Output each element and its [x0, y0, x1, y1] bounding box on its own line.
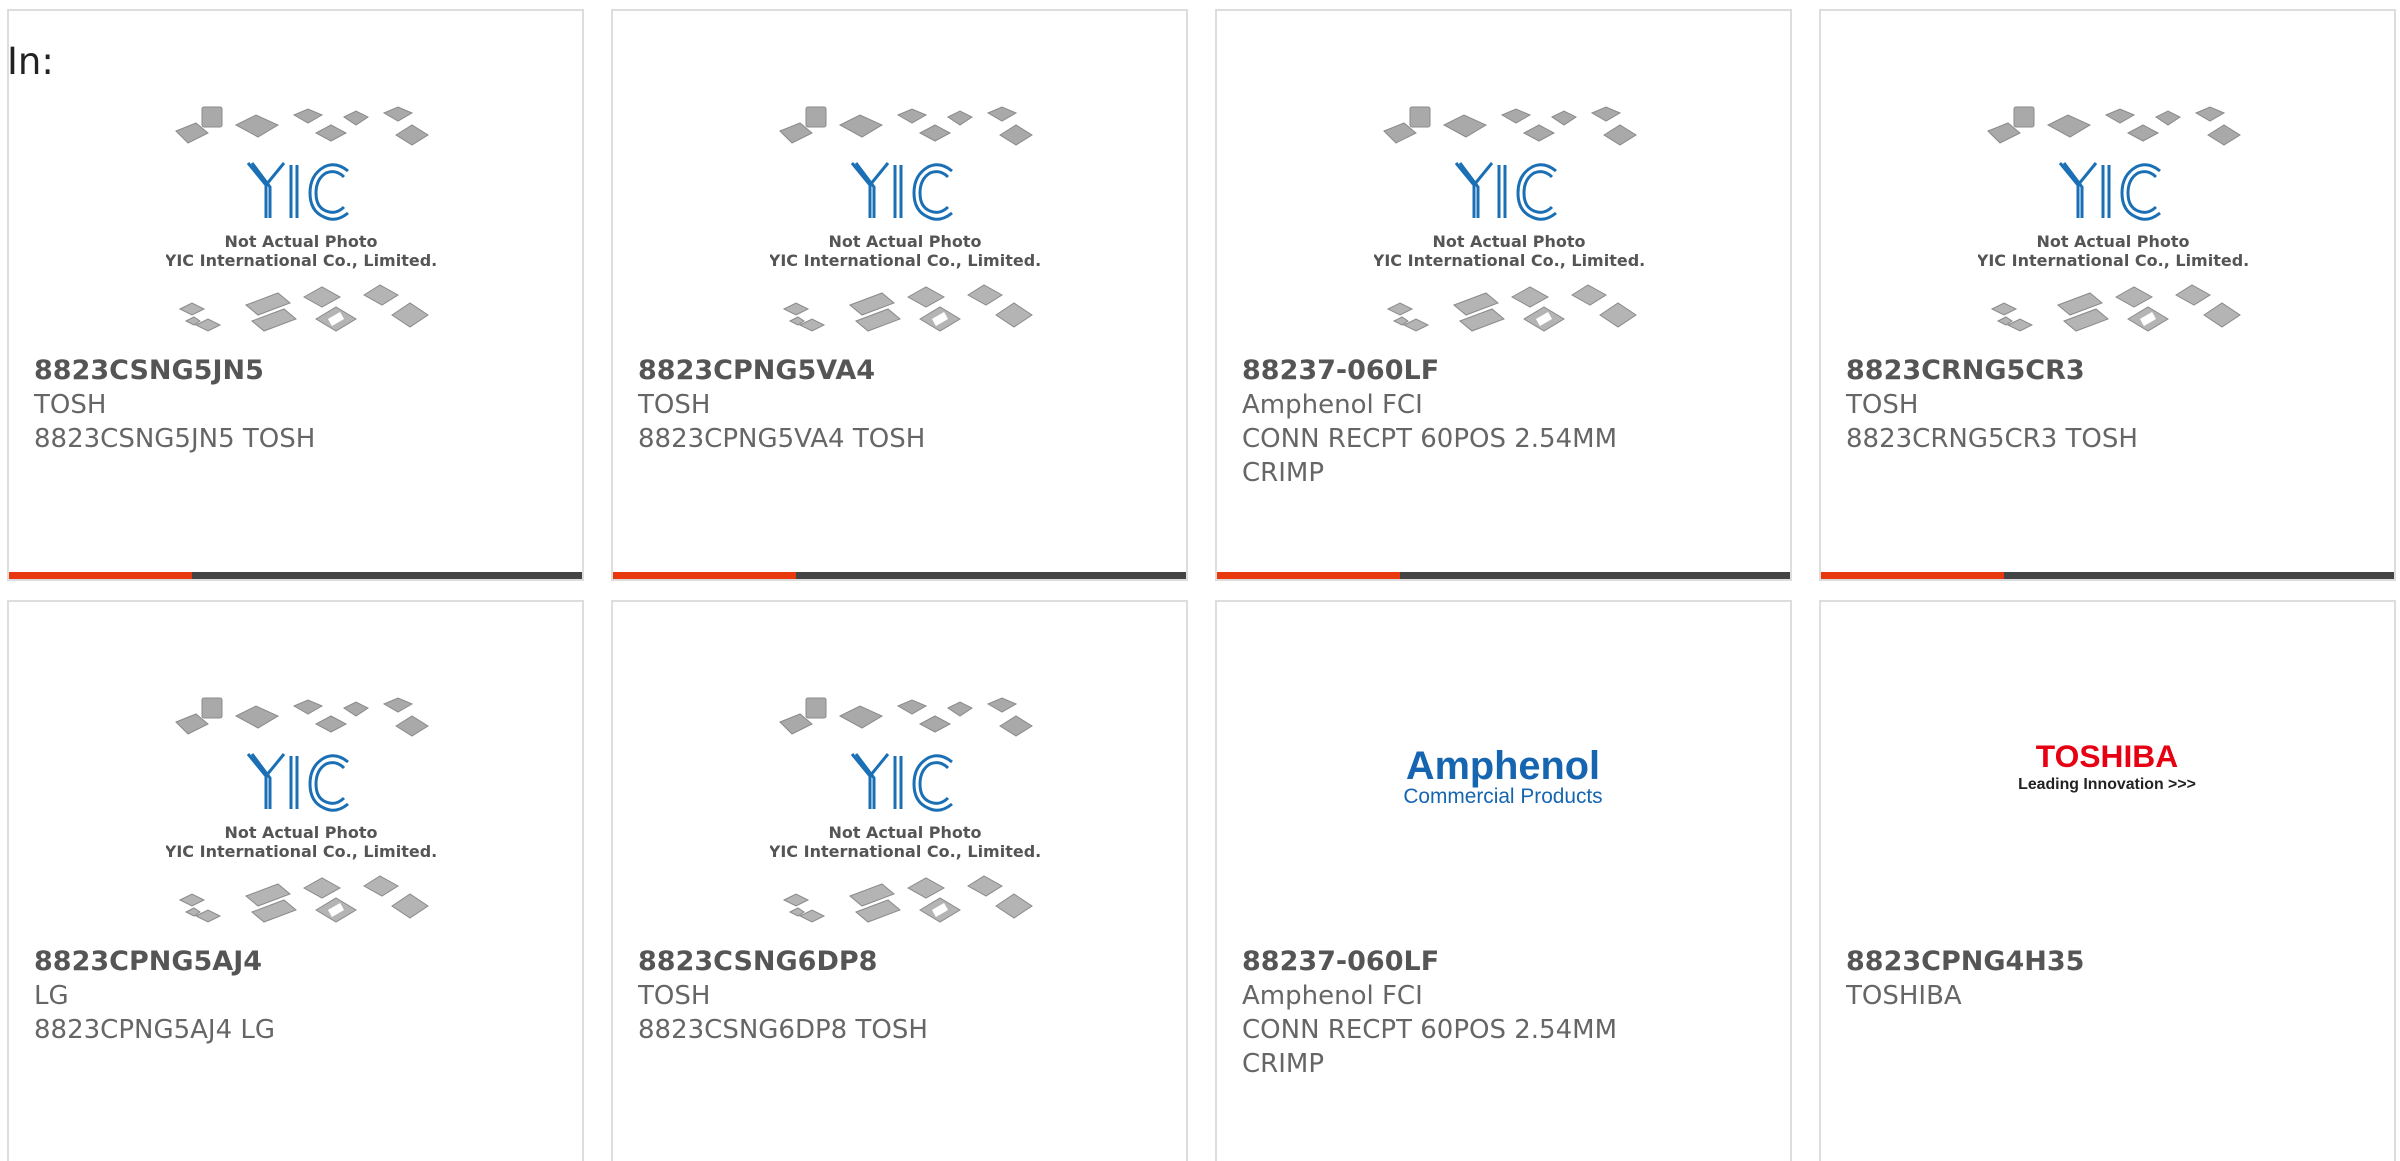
manufacturer: TOSH: [638, 981, 711, 1011]
description: 8823CPNG5AJ4 LG: [34, 1015, 276, 1045]
part-number-link[interactable]: 88237-060LF: [1242, 354, 1765, 388]
product-card[interactable]: Not Actual Photo YIC International Co., …: [7, 9, 584, 581]
product-placeholder-image: Not Actual Photo YIC International Co., …: [166, 106, 436, 332]
svg-text:YIC International Co., Limited: YIC International Co., Limited.: [1978, 251, 2248, 270]
filter-label: In:: [7, 40, 54, 83]
product-info: 8823CSNG5JN5 TOSH 8823CSNG5JN5 TOSH: [34, 354, 557, 456]
manufacturer: Amphenol FCI: [1242, 390, 1423, 420]
product-image[interactable]: Not Actual Photo YIC International Co., …: [1217, 11, 1790, 346]
product-card[interactable]: TOSHIBA Leading Innovation >>> 8823CPNG4…: [1819, 600, 2396, 1161]
card-bar-accent: [1821, 572, 2004, 579]
manufacturer: TOSH: [638, 390, 711, 420]
description: CONN RECPT 60POS 2.54MM CRIMP: [1242, 424, 1618, 488]
card-bar-accent: [613, 572, 796, 579]
part-number-link[interactable]: 8823CPNG5AJ4: [34, 945, 557, 979]
product-card[interactable]: Not Actual Photo YIC International Co., …: [1215, 9, 1792, 581]
product-info: 8823CSNG6DP8 TOSH 8823CSNG6DP8 TOSH: [638, 945, 1161, 1047]
card-bar-accent: [9, 572, 192, 579]
product-placeholder-image: Not Actual Photo YIC International Co., …: [770, 697, 1040, 923]
product-placeholder-image: Not Actual Photo YIC International Co., …: [166, 697, 436, 923]
part-number-link[interactable]: 8823CRNG5CR3: [1846, 354, 2369, 388]
card-bar-accent: [1217, 572, 1400, 579]
description: 8823CRNG5CR3 TOSH: [1846, 424, 2138, 454]
manufacturer: TOSH: [34, 390, 107, 420]
product-image[interactable]: TOSHIBA Leading Innovation >>>: [1821, 602, 2394, 937]
product-card[interactable]: Not Actual Photo YIC International Co., …: [611, 600, 1188, 1161]
svg-text:TOSHIBA: TOSHIBA: [2036, 738, 2178, 774]
product-info: 88237-060LF Amphenol FCI CONN RECPT 60POS …: [1242, 945, 1765, 1081]
svg-text:Leading Innovation >>>: Leading Innovation >>>: [2018, 776, 2196, 793]
part-number-link[interactable]: 8823CSNG6DP8: [638, 945, 1161, 979]
product-image[interactable]: Not Actual Photo YIC International Co., …: [1821, 11, 2394, 346]
svg-text:YIC International Co., Limited: YIC International Co., Limited.: [166, 842, 436, 861]
product-info: 8823CPNG4H35 TOSHIBA: [1846, 945, 2369, 1013]
manufacturer: TOSHIBA: [1846, 981, 1962, 1011]
product-info: 8823CPNG5VA4 TOSH 8823CPNG5VA4 TOSH: [638, 354, 1161, 456]
product-card[interactable]: Amphenol Commercial Products 88237-060LF…: [1215, 600, 1792, 1161]
product-image[interactable]: Not Actual Photo YIC International Co., …: [613, 602, 1186, 937]
product-info: 8823CPNG5AJ4 LG 8823CPNG5AJ4 LG: [34, 945, 557, 1047]
manufacturer: LG: [34, 981, 69, 1011]
svg-text:YIC International Co., Limited: YIC International Co., Limited.: [770, 842, 1040, 861]
part-number-link[interactable]: 88237-060LF: [1242, 945, 1765, 979]
part-number-link[interactable]: 8823CSNG5JN5: [34, 354, 557, 388]
product-placeholder-image: Not Actual Photo YIC International Co., …: [770, 106, 1040, 332]
svg-text:YIC International Co., Limited: YIC International Co., Limited.: [166, 251, 436, 270]
svg-text:Not Actual Photo: Not Actual Photo: [224, 232, 377, 251]
card-bottom-bar: [613, 572, 1186, 579]
product-image[interactable]: Not Actual Photo YIC International Co., …: [9, 11, 582, 346]
manufacturer: Amphenol FCI: [1242, 981, 1423, 1011]
svg-text:Not Actual Photo: Not Actual Photo: [1432, 232, 1585, 251]
product-placeholder-image: Not Actual Photo YIC International Co., …: [1978, 106, 2248, 332]
product-info: 88237-060LF Amphenol FCI CONN RECPT 60POS …: [1242, 354, 1765, 490]
description: 8823CPNG5VA4 TOSH: [638, 424, 926, 454]
part-number-link[interactable]: 8823CPNG5VA4: [638, 354, 1161, 388]
description: 8823CSNG6DP8 TOSH: [638, 1015, 928, 1045]
page: In: Not Actual Photo YIC International C…: [0, 0, 2400, 1161]
svg-text:Not Actual Photo: Not Actual Photo: [2036, 232, 2189, 251]
product-placeholder-image: Not Actual Photo YIC International Co., …: [1374, 106, 1644, 332]
card-bottom-bar: [9, 572, 582, 579]
product-info: 8823CRNG5CR3 TOSH 8823CRNG5CR3 TOSH: [1846, 354, 2369, 456]
svg-text:Not Actual Photo: Not Actual Photo: [224, 823, 377, 842]
svg-text:Commercial Products: Commercial Products: [1403, 785, 1602, 808]
product-image[interactable]: Not Actual Photo YIC International Co., …: [9, 602, 582, 937]
card-bottom-bar: [1821, 572, 2394, 579]
toshiba-logo: TOSHIBA Leading Innovation >>>: [2018, 738, 2196, 793]
svg-text:Not Actual Photo: Not Actual Photo: [828, 823, 981, 842]
product-card[interactable]: Not Actual Photo YIC International Co., …: [7, 600, 584, 1161]
svg-text:YIC International Co., Limited: YIC International Co., Limited.: [1374, 251, 1644, 270]
manufacturer: TOSH: [1846, 390, 1919, 420]
card-bottom-bar: [1217, 572, 1790, 579]
part-number-link[interactable]: 8823CPNG4H35: [1846, 945, 2369, 979]
svg-text:Amphenol: Amphenol: [1406, 744, 1600, 788]
amphenol-logo: Amphenol Commercial Products: [1403, 744, 1602, 808]
product-card[interactable]: Not Actual Photo YIC International Co., …: [611, 9, 1188, 581]
product-image[interactable]: Amphenol Commercial Products: [1217, 602, 1790, 937]
product-image[interactable]: Not Actual Photo YIC International Co., …: [613, 11, 1186, 346]
svg-text:YIC International Co., Limited: YIC International Co., Limited.: [770, 251, 1040, 270]
description: 8823CSNG5JN5 TOSH: [34, 424, 316, 454]
svg-text:Not Actual Photo: Not Actual Photo: [828, 232, 981, 251]
product-card[interactable]: Not Actual Photo YIC International Co., …: [1819, 9, 2396, 581]
description: CONN RECPT 60POS 2.54MM CRIMP: [1242, 1015, 1618, 1079]
